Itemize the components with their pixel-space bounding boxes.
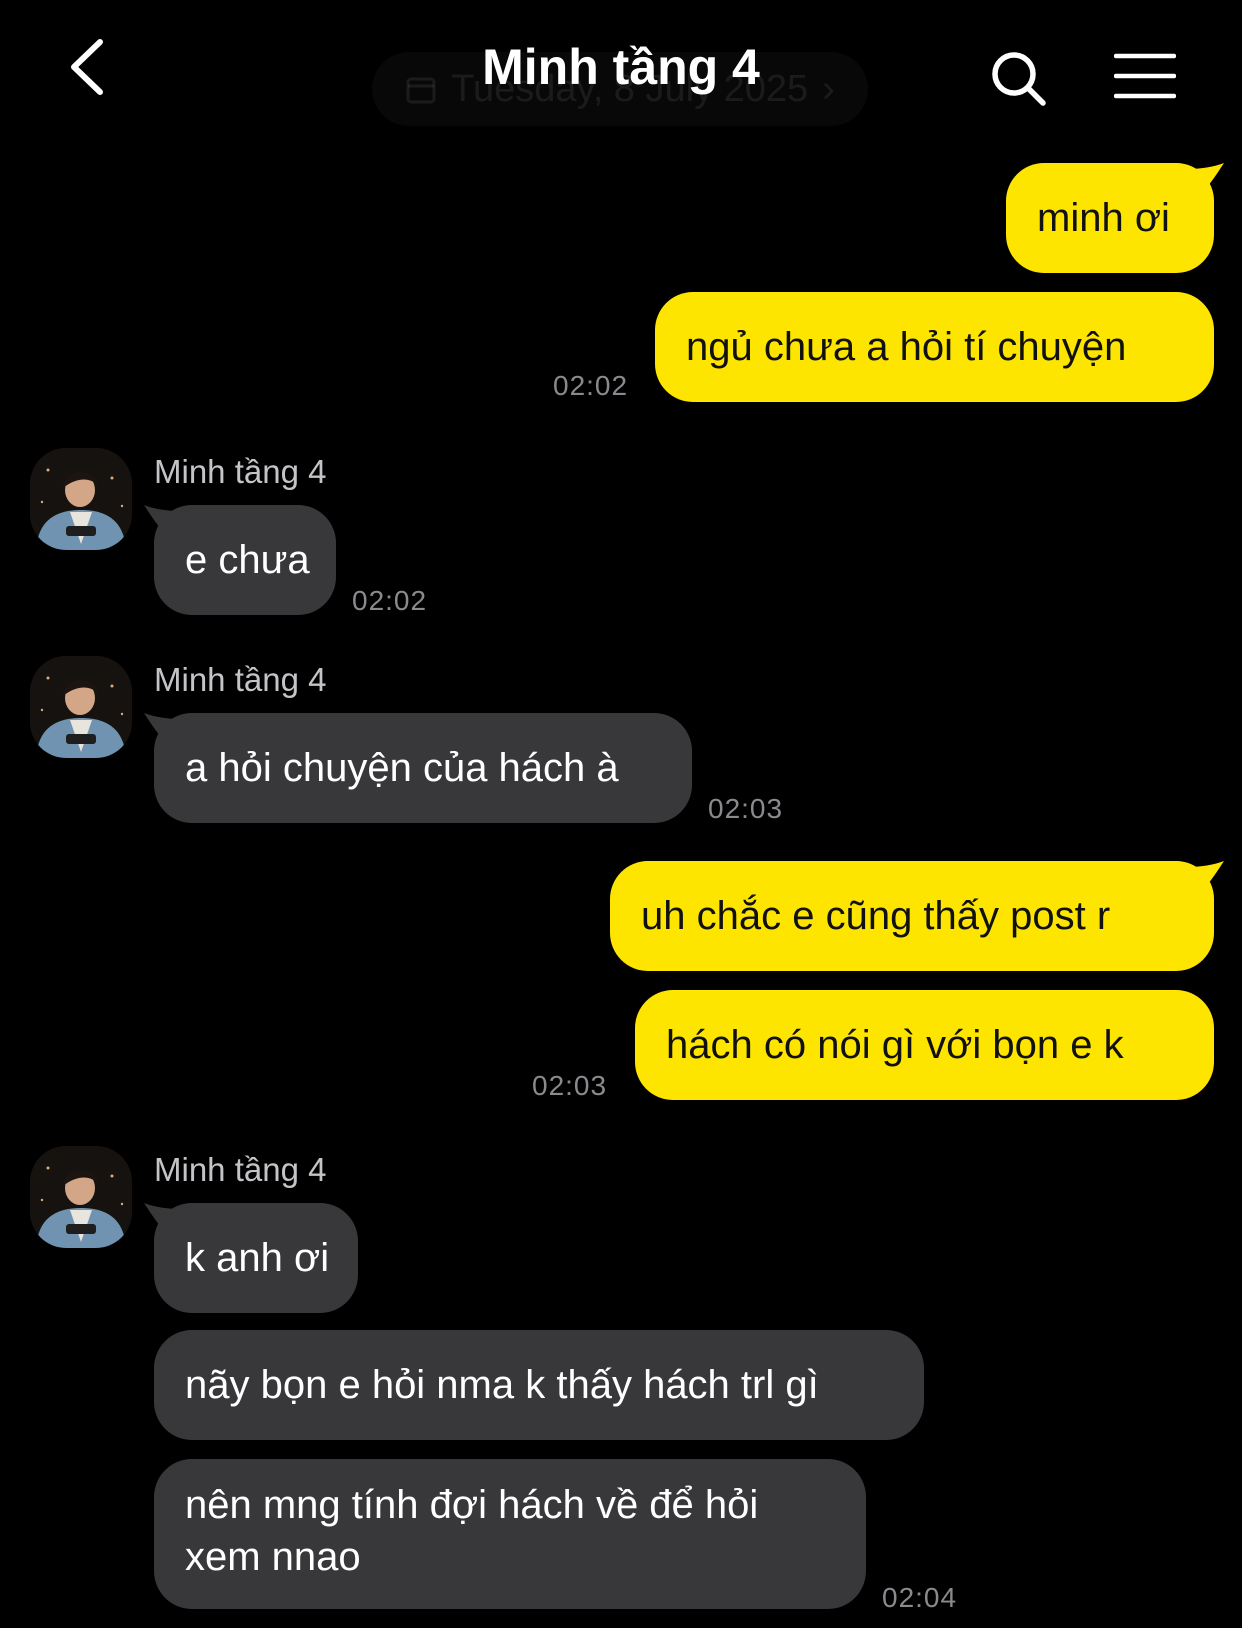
page-title: Minh tầng 4: [482, 39, 760, 95]
outgoing-message[interactable]: ngủ chưa a hỏi tí chuyện: [655, 292, 1214, 402]
incoming-message[interactable]: k anh ơi: [154, 1203, 358, 1313]
message-time: 02:03: [532, 1070, 608, 1101]
incoming-message[interactable]: nên mng tính đợi hách về để hỏi xem nnao: [154, 1459, 866, 1609]
message-text: uh chắc e cũng thấy post r: [641, 894, 1111, 938]
message-text: ngủ chưa a hỏi tí chuyện: [686, 325, 1127, 369]
outgoing-message[interactable]: hách có nói gì với bọn e k: [635, 990, 1214, 1100]
message-text: hách có nói gì với bọn e k: [666, 1023, 1124, 1067]
message-time: 02:02: [352, 585, 428, 616]
outgoing-message[interactable]: minh ơi: [1006, 163, 1214, 273]
message-time: 02:03: [708, 793, 784, 824]
message-time: 02:04: [882, 1582, 958, 1613]
message-time: 02:02: [553, 370, 629, 401]
sender-name: Minh tầng 4: [154, 1151, 327, 1188]
incoming-message[interactable]: nãy bọn e hỏi nma k thấy hách trl gì: [154, 1330, 924, 1440]
sender-name: Minh tầng 4: [154, 453, 327, 490]
search-icon: [992, 52, 1046, 106]
incoming-message[interactable]: e chưa: [154, 505, 336, 615]
sender-name: Minh tầng 4: [154, 661, 327, 698]
menu-button[interactable]: [1114, 52, 1176, 100]
chat-header: Tuesday, 8 July 2025 › Minh tầng 4: [0, 0, 1242, 140]
message-text: a hỏi chuyện của hách à: [185, 746, 619, 790]
outgoing-message[interactable]: uh chắc e cũng thấy post r: [610, 861, 1214, 971]
message-text: minh ơi: [1037, 196, 1170, 240]
avatar[interactable]: [30, 656, 132, 758]
search-button[interactable]: [990, 50, 1048, 108]
hamburger-menu-icon: [1114, 53, 1176, 99]
incoming-message[interactable]: a hỏi chuyện của hách à: [154, 713, 692, 823]
message-text: nãy bọn e hỏi nma k thấy hách trl gì: [185, 1363, 819, 1407]
message-text: e chưa: [185, 538, 310, 582]
avatar[interactable]: [30, 448, 132, 550]
message-text: nên mng tính đợi hách về để hỏi xem nnao: [185, 1483, 759, 1579]
message-text: k anh ơi: [185, 1236, 330, 1280]
avatar[interactable]: [30, 1146, 132, 1248]
